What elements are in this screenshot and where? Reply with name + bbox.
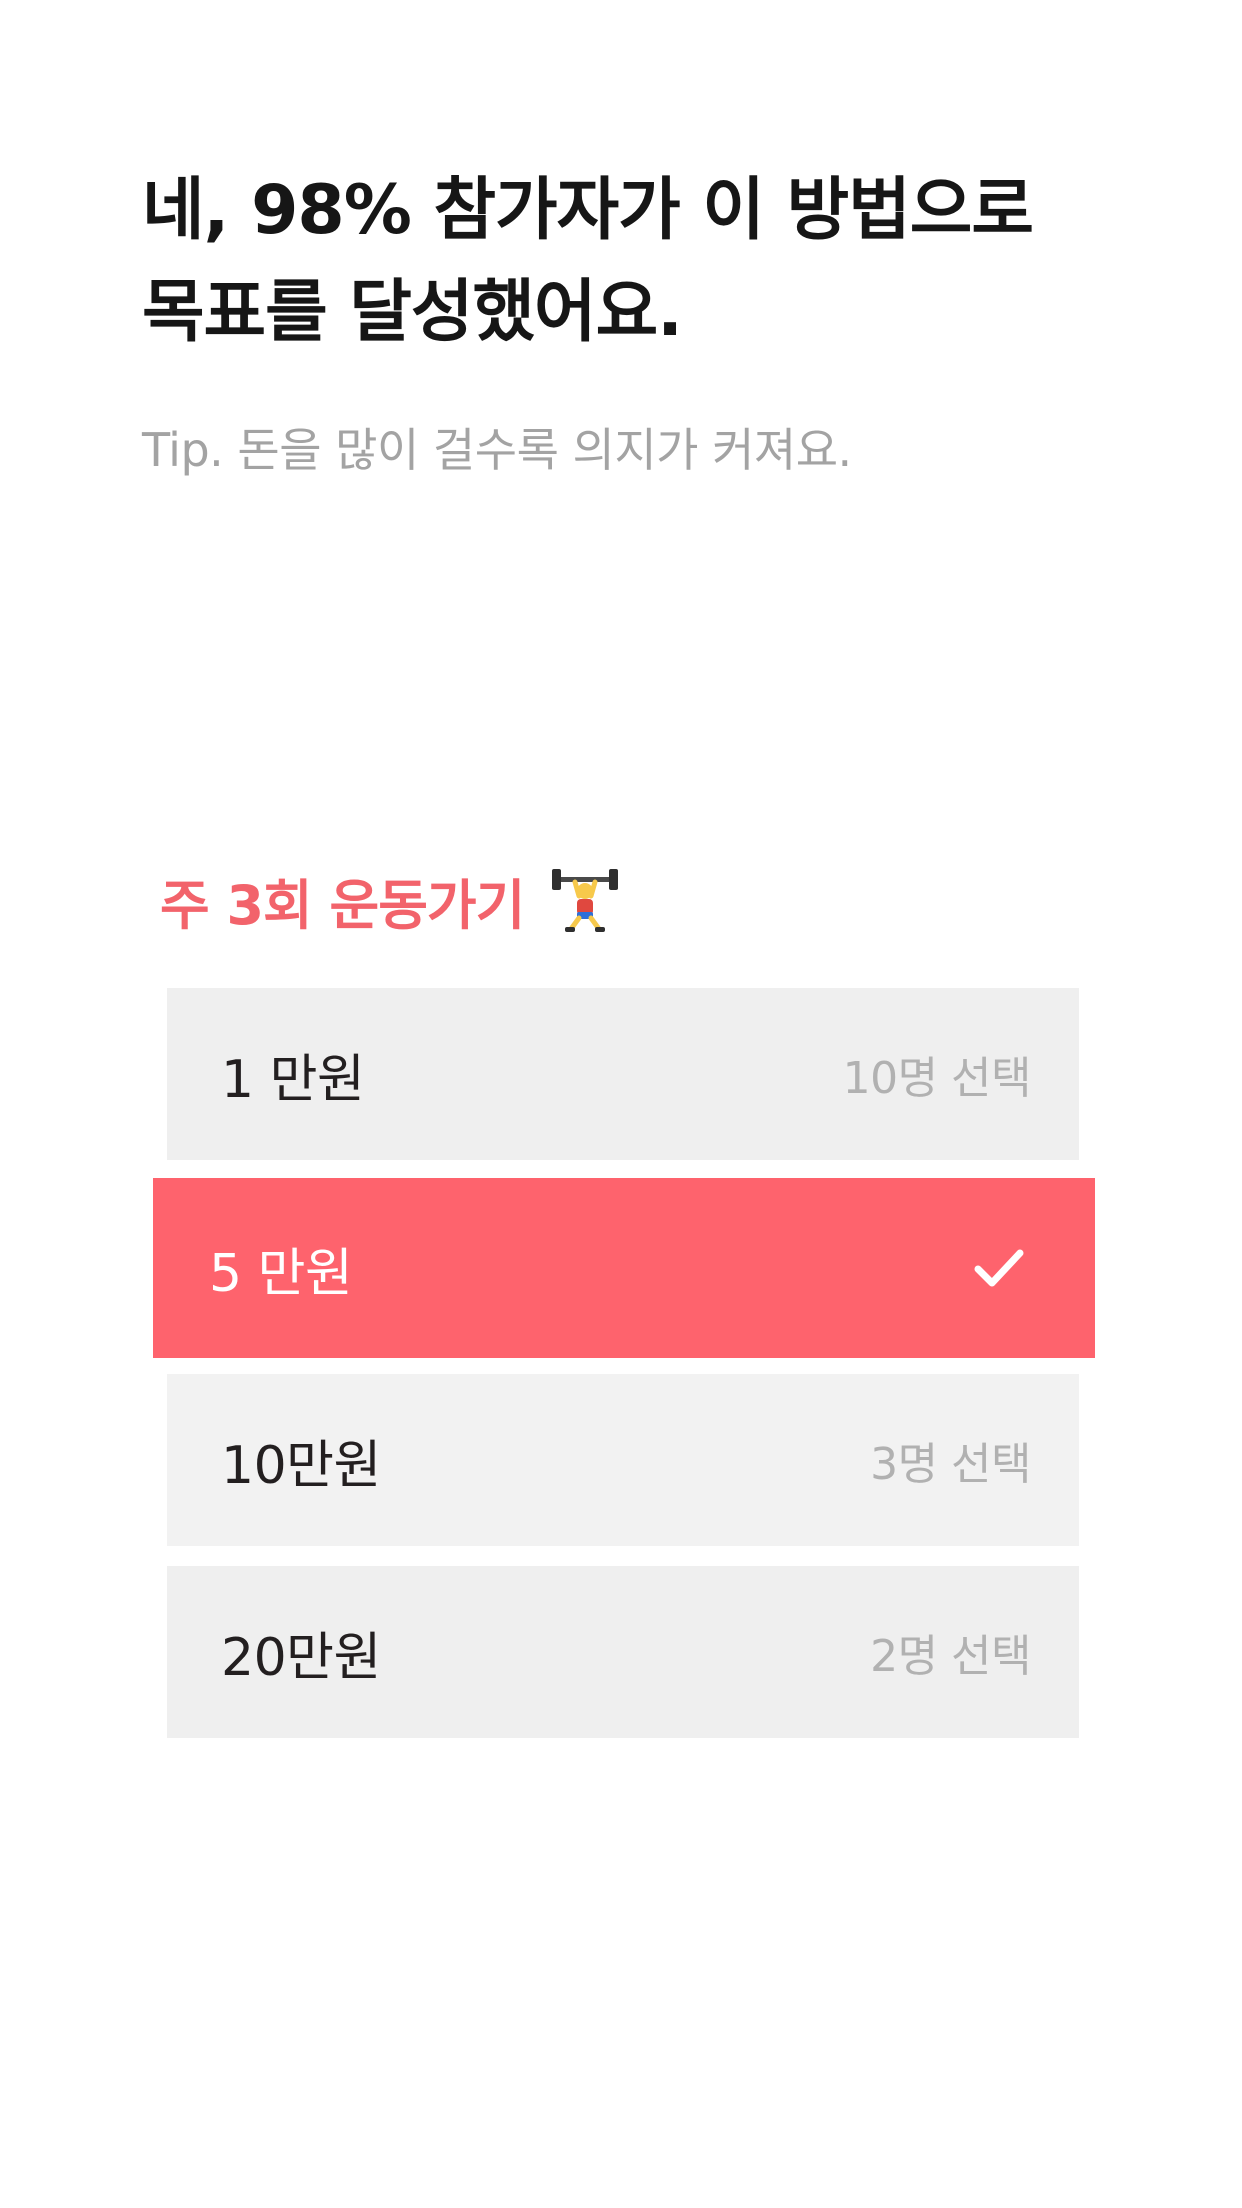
tip-text: Tip. 돈을 많이 걸수록 의지가 커져요. [142, 423, 852, 477]
option-label: 20만원 [221, 1627, 381, 1688]
option-100000-won[interactable]: 10만원 3명 선택 [167, 1374, 1079, 1546]
option-label: 1 만원 [221, 1049, 365, 1110]
title-line-2: 목표를 달성했어요. [142, 273, 683, 352]
goal-heading: 주 3회 운동가기 [160, 860, 620, 940]
option-200000-won[interactable]: 20만원 2명 선택 [167, 1566, 1079, 1738]
option-10000-won[interactable]: 1 만원 10명 선택 [167, 988, 1079, 1160]
check-icon [974, 1249, 1024, 1287]
option-count: 10명 선택 [842, 1053, 1032, 1104]
goal-label: 주 3회 운동가기 [160, 873, 525, 937]
option-label: 10만원 [221, 1435, 381, 1496]
option-count: 3명 선택 [870, 1439, 1031, 1490]
option-label: 5 만원 [209, 1243, 353, 1304]
page-title: 네, 98% 참가자가 이 방법으로 목표를 달성했어요. [142, 160, 1142, 364]
weightlifter-icon [552, 869, 619, 932]
option-50000-won[interactable]: 5 만원 [153, 1178, 1095, 1358]
option-count: 2명 선택 [870, 1631, 1031, 1682]
title-line-1: 네, 98% 참가자가 이 방법으로 [142, 171, 1034, 250]
